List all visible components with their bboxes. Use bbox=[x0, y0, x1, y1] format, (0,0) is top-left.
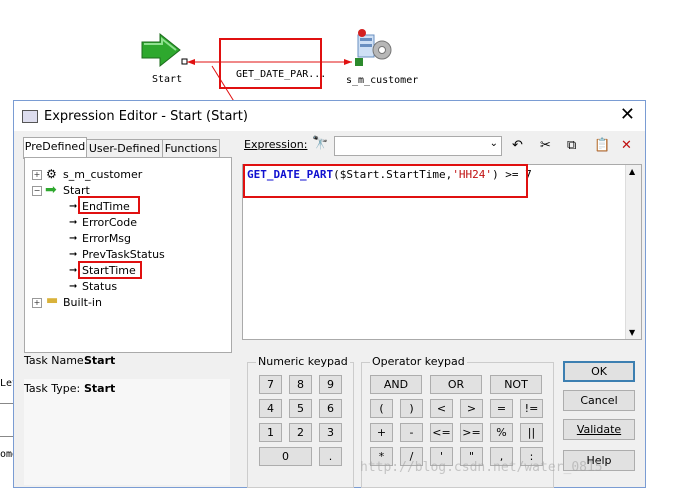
numeric-keypad-title: Numeric keypad bbox=[256, 355, 350, 368]
highlight-link-box bbox=[219, 38, 322, 89]
task-name-value: Start bbox=[84, 354, 116, 367]
cancel-button[interactable]: Cancel bbox=[563, 390, 635, 411]
dialog-title: Expression Editor - Start (Start) bbox=[44, 109, 248, 124]
variable-arrow-icon: ➞ bbox=[69, 233, 78, 244]
start-task-label: Start bbox=[152, 74, 183, 85]
task-name-panel: Task Name: Start bbox=[24, 353, 230, 377]
tree-item-prevtaskstatus[interactable]: PrevTaskStatus bbox=[82, 248, 165, 261]
task-type-panel: Task Type: Start bbox=[24, 379, 230, 485]
title-bar: Expression Editor - Start (Start) ✕ bbox=[14, 101, 645, 131]
window-icon bbox=[22, 110, 38, 123]
variable-arrow-icon: ➞ bbox=[69, 217, 78, 228]
expression-editor-dialog: Expression Editor - Start (Start) ✕ PreD… bbox=[13, 100, 646, 488]
variable-arrow-icon: ➞ bbox=[69, 201, 78, 212]
delete-icon[interactable]: ✕ bbox=[621, 138, 632, 153]
key-less-equal[interactable]: <= bbox=[430, 423, 453, 442]
copy-icon[interactable]: ⧉ bbox=[567, 138, 576, 153]
expand-icon[interactable]: + bbox=[32, 170, 42, 180]
key-1[interactable]: 1 bbox=[259, 423, 282, 442]
variable-arrow-icon: ➞ bbox=[69, 265, 78, 276]
scroll-up-icon[interactable]: ▲ bbox=[629, 167, 635, 176]
paste-icon[interactable]: 📋 bbox=[594, 138, 610, 153]
expression-label: Expression: bbox=[244, 138, 308, 151]
tab-functions[interactable]: Functions bbox=[162, 139, 220, 158]
start-node-icon: ➡ bbox=[45, 182, 57, 198]
key-3[interactable]: 3 bbox=[319, 423, 342, 442]
key-5[interactable]: 5 bbox=[289, 399, 312, 418]
tree-item-built-in[interactable]: Built-in bbox=[63, 296, 102, 309]
scroll-down-icon[interactable]: ▼ bbox=[629, 328, 635, 337]
expand-icon[interactable]: + bbox=[32, 298, 42, 308]
key-4[interactable]: 4 bbox=[259, 399, 282, 418]
key-plus[interactable]: + bbox=[370, 423, 393, 442]
tree-item-errorcode[interactable]: ErrorCode bbox=[82, 216, 137, 229]
task-name-label: Task Name: bbox=[24, 354, 88, 367]
key-percent[interactable]: % bbox=[490, 423, 513, 442]
key-equals[interactable]: = bbox=[490, 399, 513, 418]
key-greater-than[interactable]: > bbox=[460, 399, 483, 418]
validate-button[interactable]: Validate bbox=[563, 419, 635, 440]
chevron-down-icon[interactable]: ⌄ bbox=[490, 138, 498, 149]
collapse-icon[interactable]: − bbox=[32, 186, 42, 196]
operator-keypad-title: Operator keypad bbox=[370, 355, 467, 368]
tree-item-s-m-customer[interactable]: s_m_customer bbox=[63, 168, 142, 181]
tab-predefined[interactable]: PreDefined bbox=[23, 137, 87, 159]
cut-icon[interactable]: ✂ bbox=[540, 138, 551, 153]
variable-arrow-icon: ➞ bbox=[69, 281, 78, 292]
key-dot[interactable]: . bbox=[319, 447, 342, 466]
key-2[interactable]: 2 bbox=[289, 423, 312, 442]
key-or[interactable]: OR bbox=[430, 375, 482, 394]
key-minus[interactable]: - bbox=[400, 423, 423, 442]
undo-icon[interactable]: ↶ bbox=[512, 138, 523, 153]
task-type-value: Start bbox=[84, 382, 116, 395]
task-type-label: Task Type: bbox=[24, 382, 81, 395]
key-6[interactable]: 6 bbox=[319, 399, 342, 418]
key-7[interactable]: 7 bbox=[259, 375, 282, 394]
key-and[interactable]: AND bbox=[370, 375, 422, 394]
variable-arrow-icon: ➞ bbox=[69, 249, 78, 260]
highlight-endtime bbox=[78, 196, 140, 214]
variable-tree[interactable]: + ⚙ s_m_customer − ➡ Start ➞ EndTime ➞ E… bbox=[24, 157, 232, 353]
folder-icon: ▬ bbox=[46, 293, 59, 308]
key-0[interactable]: 0 bbox=[259, 447, 312, 466]
workflow-canvas bbox=[141, 29, 392, 100]
close-icon[interactable]: ✕ bbox=[620, 106, 635, 124]
key-not-equal[interactable]: != bbox=[520, 399, 543, 418]
tree-item-errormsg[interactable]: ErrorMsg bbox=[82, 232, 131, 245]
start-task-icon[interactable] bbox=[141, 32, 181, 68]
key-9[interactable]: 9 bbox=[319, 375, 342, 394]
vertical-scrollbar[interactable]: ▲ ▼ bbox=[625, 165, 641, 339]
session-icon[interactable] bbox=[355, 29, 392, 66]
numeric-keypad: Numeric keypad 7 8 9 4 5 6 1 2 3 0 . bbox=[247, 355, 354, 488]
watermark: http://blog.csdn.net/water_0815 bbox=[360, 460, 603, 475]
key-open-paren[interactable]: ( bbox=[370, 399, 393, 418]
key-8[interactable]: 8 bbox=[289, 375, 312, 394]
key-close-paren[interactable]: ) bbox=[400, 399, 423, 418]
highlight-expression bbox=[243, 164, 528, 198]
ok-button[interactable]: OK bbox=[563, 361, 635, 382]
key-less-than[interactable]: < bbox=[430, 399, 453, 418]
find-icon[interactable]: 🔭 bbox=[312, 136, 328, 151]
tab-user-defined[interactable]: User-Defined bbox=[86, 139, 163, 158]
highlight-starttime bbox=[78, 261, 142, 279]
tree-item-status[interactable]: Status bbox=[82, 280, 117, 293]
key-concat[interactable]: || bbox=[520, 423, 543, 442]
expression-find-combo[interactable]: ⌄ bbox=[334, 136, 502, 156]
key-not[interactable]: NOT bbox=[490, 375, 542, 394]
key-greater-equal[interactable]: >= bbox=[460, 423, 483, 442]
session-node-icon: ⚙ bbox=[46, 167, 57, 181]
session-label: s_m_customer bbox=[346, 75, 419, 86]
